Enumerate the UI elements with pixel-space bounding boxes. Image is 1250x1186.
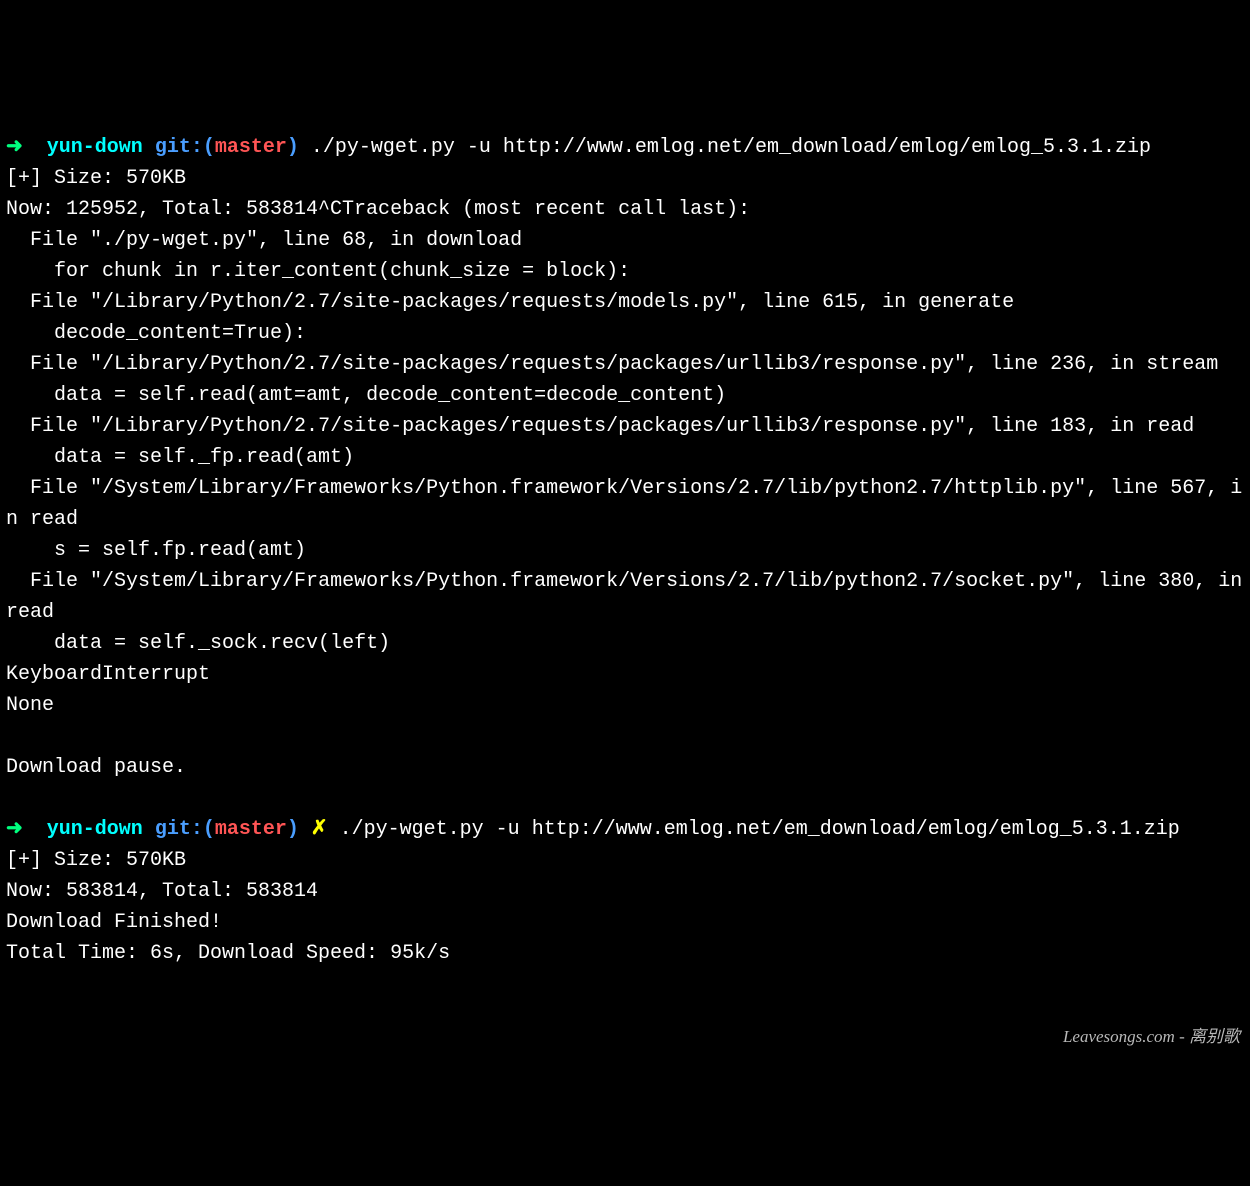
git-branch: master bbox=[215, 136, 287, 159]
traceback-line: data = self._sock.recv(left) bbox=[6, 632, 390, 655]
git-close: ) bbox=[287, 136, 299, 159]
prompt-dir: yun-down bbox=[47, 136, 143, 159]
output-progress: Now: 125952, Total: 583814^CTraceback (m… bbox=[6, 198, 750, 221]
prompt-dir: yun-down bbox=[47, 818, 143, 841]
traceback-line: File "/System/Library/Frameworks/Python.… bbox=[6, 570, 1250, 624]
output-speed: Total Time: 6s, Download Speed: 95k/s bbox=[6, 942, 450, 965]
traceback-line: File "/Library/Python/2.7/site-packages/… bbox=[6, 353, 1218, 376]
output-progress: Now: 583814, Total: 583814 bbox=[6, 880, 318, 903]
git-branch: master bbox=[215, 818, 287, 841]
watermark-text: Leavesongs.com - 离别歌 bbox=[1063, 1024, 1240, 1050]
traceback-line: File "/System/Library/Frameworks/Python.… bbox=[6, 477, 1242, 531]
traceback-line: File "./py-wget.py", line 68, in downloa… bbox=[6, 229, 522, 252]
traceback-line: File "/Library/Python/2.7/site-packages/… bbox=[6, 415, 1194, 438]
traceback-line: data = self.read(amt=amt, decode_content… bbox=[6, 384, 726, 407]
git-label: git:( bbox=[155, 818, 215, 841]
output-size: [+] Size: 570KB bbox=[6, 849, 186, 872]
traceback-line: s = self.fp.read(amt) bbox=[6, 539, 306, 562]
traceback-line: File "/Library/Python/2.7/site-packages/… bbox=[6, 291, 1014, 314]
command-text: ./py-wget.py -u http://www.emlog.net/em_… bbox=[340, 818, 1180, 841]
git-label: git:( bbox=[155, 136, 215, 159]
dirty-icon: ✗ bbox=[311, 818, 328, 841]
output-finished: Download Finished! bbox=[6, 911, 222, 934]
traceback-line: data = self._fp.read(amt) bbox=[6, 446, 354, 469]
traceback-line: decode_content=True): bbox=[6, 322, 306, 345]
terminal-content[interactable]: ➜ yun-down git:(master) ./py-wget.py -u … bbox=[6, 132, 1244, 969]
prompt-arrow: ➜ bbox=[6, 136, 23, 159]
traceback-line: for chunk in r.iter_content(chunk_size =… bbox=[6, 260, 630, 283]
output-pause: Download pause. bbox=[6, 756, 186, 779]
git-close: ) bbox=[287, 818, 299, 841]
traceback-line: KeyboardInterrupt bbox=[6, 663, 210, 686]
traceback-line: None bbox=[6, 694, 54, 717]
output-size: [+] Size: 570KB bbox=[6, 167, 186, 190]
prompt-arrow: ➜ bbox=[6, 818, 23, 841]
command-text: ./py-wget.py -u http://www.emlog.net/em_… bbox=[311, 136, 1151, 159]
